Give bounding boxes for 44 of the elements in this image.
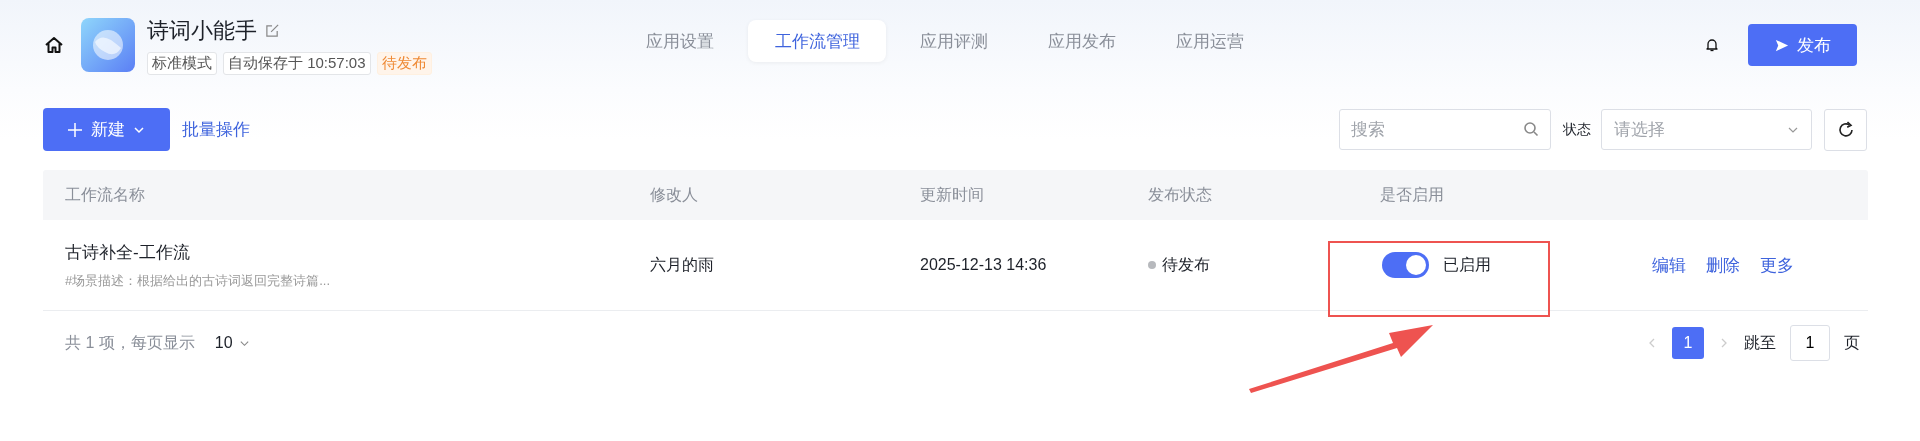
column-header: 发布状态 (1147, 184, 1213, 205)
new-button[interactable]: 新建 (43, 108, 170, 151)
column-header: 工作流名称 (64, 184, 146, 205)
page-size-select[interactable]: 10 (214, 334, 250, 352)
batch-link[interactable]: 批量操作 (182, 118, 250, 141)
edit-icon[interactable] (265, 23, 280, 38)
nav-tab[interactable]: 工作流管理 (748, 20, 886, 62)
toggle-label: 已启用 (1443, 254, 1491, 275)
column-header: 修改人 (649, 184, 699, 205)
refresh-button[interactable] (1824, 108, 1867, 151)
status-tag: 自动保存于 10:57:03 (223, 51, 371, 75)
plus-icon (67, 121, 83, 138)
action-link[interactable]: 编辑 (1652, 253, 1686, 277)
search-field[interactable]: 搜索 (1339, 109, 1551, 150)
nav-tab[interactable]: 应用评测 (894, 20, 1014, 62)
workflow-description: #场景描述：根据给出的古诗词返回完整诗篇... (65, 271, 331, 290)
table-cell-text: 六月的雨 (650, 254, 714, 275)
app-name: 诗词小能手 (147, 16, 257, 45)
action-link[interactable]: 删除 (1706, 253, 1740, 277)
send-icon (1774, 37, 1789, 53)
page-number[interactable]: 1 (1672, 327, 1704, 359)
status-dot (1148, 261, 1156, 269)
table-cell-text: 待发布 (1162, 254, 1210, 275)
nav-tab[interactable]: 应用设置 (620, 20, 740, 62)
filter-label: 状态 (1563, 120, 1591, 139)
table-cell: 2025-12-13 14:36 (920, 256, 1047, 274)
page-jump-field[interactable]: 1 (1790, 325, 1830, 361)
jump-label: 跳至 (1744, 332, 1776, 353)
bell-icon[interactable] (1704, 37, 1720, 53)
column-header: 更新时间 (919, 184, 985, 205)
toggle-switch[interactable] (1382, 252, 1429, 278)
pagination-summary: 共 1 项，每页显示 (65, 332, 195, 353)
status-tag: 待发布 (376, 51, 432, 75)
column-header: 是否启用 (1379, 184, 1445, 205)
search-icon (1523, 121, 1539, 137)
action-link[interactable]: 更多 (1760, 253, 1794, 277)
home-icon[interactable] (44, 35, 64, 55)
nav-tab[interactable]: 应用运营 (1150, 20, 1270, 62)
page-suffix: 页 (1844, 332, 1860, 353)
nav-tab[interactable]: 应用发布 (1022, 20, 1142, 62)
app-logo (81, 18, 135, 72)
status-tag: 标准模式 (147, 51, 217, 75)
publish-button[interactable]: 发布 (1748, 24, 1857, 66)
workflow-name[interactable]: 古诗补全-工作流 (65, 240, 190, 264)
